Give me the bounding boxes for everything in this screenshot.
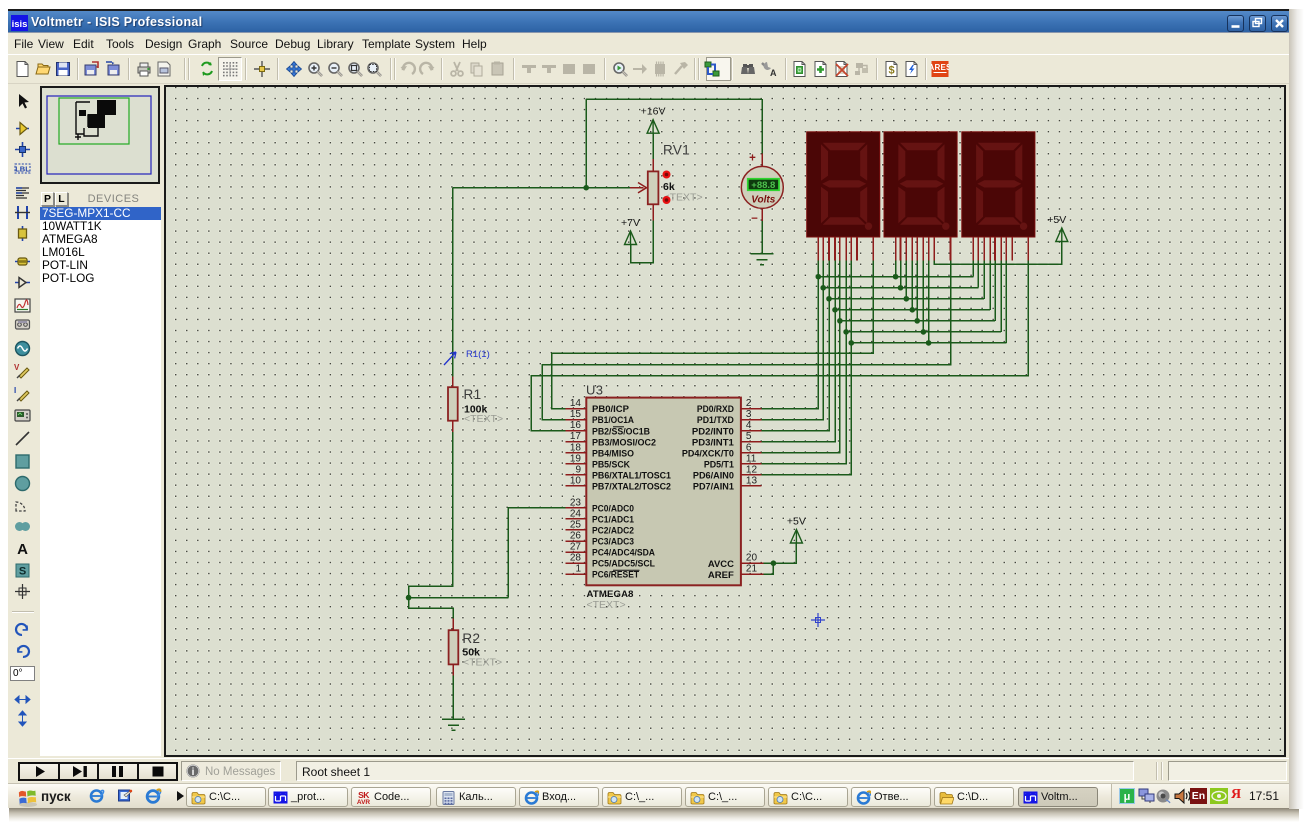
svg-text:PD5/T1: PD5/T1	[704, 459, 735, 470]
svg-text:14: 14	[570, 398, 582, 409]
svg-text:isis: isis	[12, 19, 28, 30]
svg-text:17: 17	[570, 431, 582, 442]
svg-text:13: 13	[746, 475, 758, 486]
svg-text:i: i	[192, 767, 195, 778]
svg-text:R1: R1	[464, 387, 482, 402]
svg-text:PB0/ICP: PB0/ICP	[592, 404, 630, 415]
svg-text:2: 2	[746, 398, 752, 409]
svg-text:PB1/OC1A: PB1/OC1A	[592, 415, 634, 426]
svg-text:24: 24	[570, 508, 582, 519]
svg-text:AVR: AVR	[357, 799, 371, 805]
svg-text:−: −	[751, 213, 758, 225]
svg-text:20: 20	[746, 553, 758, 564]
svg-text:ARES: ARES	[931, 63, 949, 72]
svg-text:23: 23	[570, 497, 582, 508]
svg-text:PD0/RXD: PD0/RXD	[697, 404, 734, 415]
svg-text:+5V: +5V	[1047, 214, 1066, 226]
svg-text:PD6/AIN0: PD6/AIN0	[693, 470, 734, 481]
svg-text:9: 9	[575, 464, 581, 475]
svg-text:3: 3	[746, 409, 752, 420]
svg-text:12: 12	[746, 464, 758, 475]
svg-text:Volts: Volts	[751, 195, 776, 206]
svg-text:R1(1): R1(1)	[466, 349, 490, 360]
svg-text:PC2/ADC2: PC2/ADC2	[592, 526, 634, 537]
svg-text:15: 15	[570, 409, 582, 420]
svg-text:I: I	[14, 386, 16, 395]
svg-text:+88.8: +88.8	[751, 180, 775, 191]
svg-text:S: S	[19, 566, 26, 578]
svg-text:PB6/XTAL1/TOSC1: PB6/XTAL1/TOSC1	[592, 470, 672, 481]
svg-text:PC6/RESET: PC6/RESET	[592, 570, 639, 581]
svg-text:19: 19	[570, 453, 582, 464]
svg-text:PB2/SS/OC1B: PB2/SS/OC1B	[592, 426, 650, 437]
svg-text:U3: U3	[586, 383, 603, 398]
svg-text:PC1/ADC1: PC1/ADC1	[592, 515, 635, 526]
svg-text:11: 11	[746, 453, 757, 464]
svg-text:PB5/SCK: PB5/SCK	[592, 459, 630, 470]
svg-text:+5V: +5V	[787, 516, 806, 528]
svg-text:R2: R2	[462, 631, 480, 646]
svg-text:$: $	[888, 65, 894, 77]
svg-text:21: 21	[746, 564, 758, 575]
svg-text:4: 4	[746, 420, 752, 431]
svg-text:μ: μ	[1124, 791, 1131, 803]
svg-text:PC3/ADC3: PC3/ADC3	[592, 537, 634, 548]
svg-text:10: 10	[570, 475, 582, 486]
svg-text:PC0/ADC0: PC0/ADC0	[592, 504, 634, 515]
svg-text:<TEXT>: <TEXT>	[464, 413, 503, 425]
svg-text:5: 5	[746, 431, 752, 442]
svg-text:PD1/TXD: PD1/TXD	[697, 415, 734, 426]
svg-text:+: +	[749, 153, 756, 165]
svg-text:27: 27	[570, 542, 582, 553]
svg-text:A: A	[770, 68, 777, 78]
svg-text:AVCC: AVCC	[708, 559, 734, 570]
svg-text:28: 28	[570, 553, 582, 564]
svg-text:PD3/INT1: PD3/INT1	[692, 437, 735, 448]
svg-text:A: A	[17, 541, 28, 558]
svg-text:PD7/AIN1: PD7/AIN1	[693, 481, 735, 492]
svg-text:PD4/XCK/T0: PD4/XCK/T0	[682, 448, 734, 459]
svg-text:<TEXT>: <TEXT>	[463, 657, 502, 669]
svg-text:+16V: +16V	[641, 106, 666, 118]
svg-text:<TEXT>: <TEXT>	[587, 599, 626, 611]
svg-text:PC5/ADC5/SCL: PC5/ADC5/SCL	[592, 559, 655, 570]
svg-text:1: 1	[575, 564, 581, 575]
svg-text:PC4/ADC4/SDA: PC4/ADC4/SDA	[592, 548, 655, 559]
svg-text:26: 26	[570, 531, 582, 542]
svg-text:16: 16	[570, 420, 582, 431]
svg-text:RV1: RV1	[663, 143, 690, 158]
svg-text:6: 6	[746, 442, 752, 453]
svg-text:PB4/MISO: PB4/MISO	[592, 448, 634, 459]
svg-text:PD2/INT0: PD2/INT0	[692, 426, 734, 437]
svg-text:+7V: +7V	[621, 217, 640, 229]
svg-text:LBL: LBL	[15, 165, 30, 174]
svg-text:PB3/MOSI/OC2: PB3/MOSI/OC2	[592, 437, 656, 448]
svg-text:PB7/XTAL2/TOSC2: PB7/XTAL2/TOSC2	[592, 481, 671, 492]
svg-text:18: 18	[570, 442, 582, 453]
svg-text:V: V	[14, 363, 20, 372]
svg-text:25: 25	[570, 519, 582, 530]
svg-text:AREF: AREF	[708, 570, 734, 581]
